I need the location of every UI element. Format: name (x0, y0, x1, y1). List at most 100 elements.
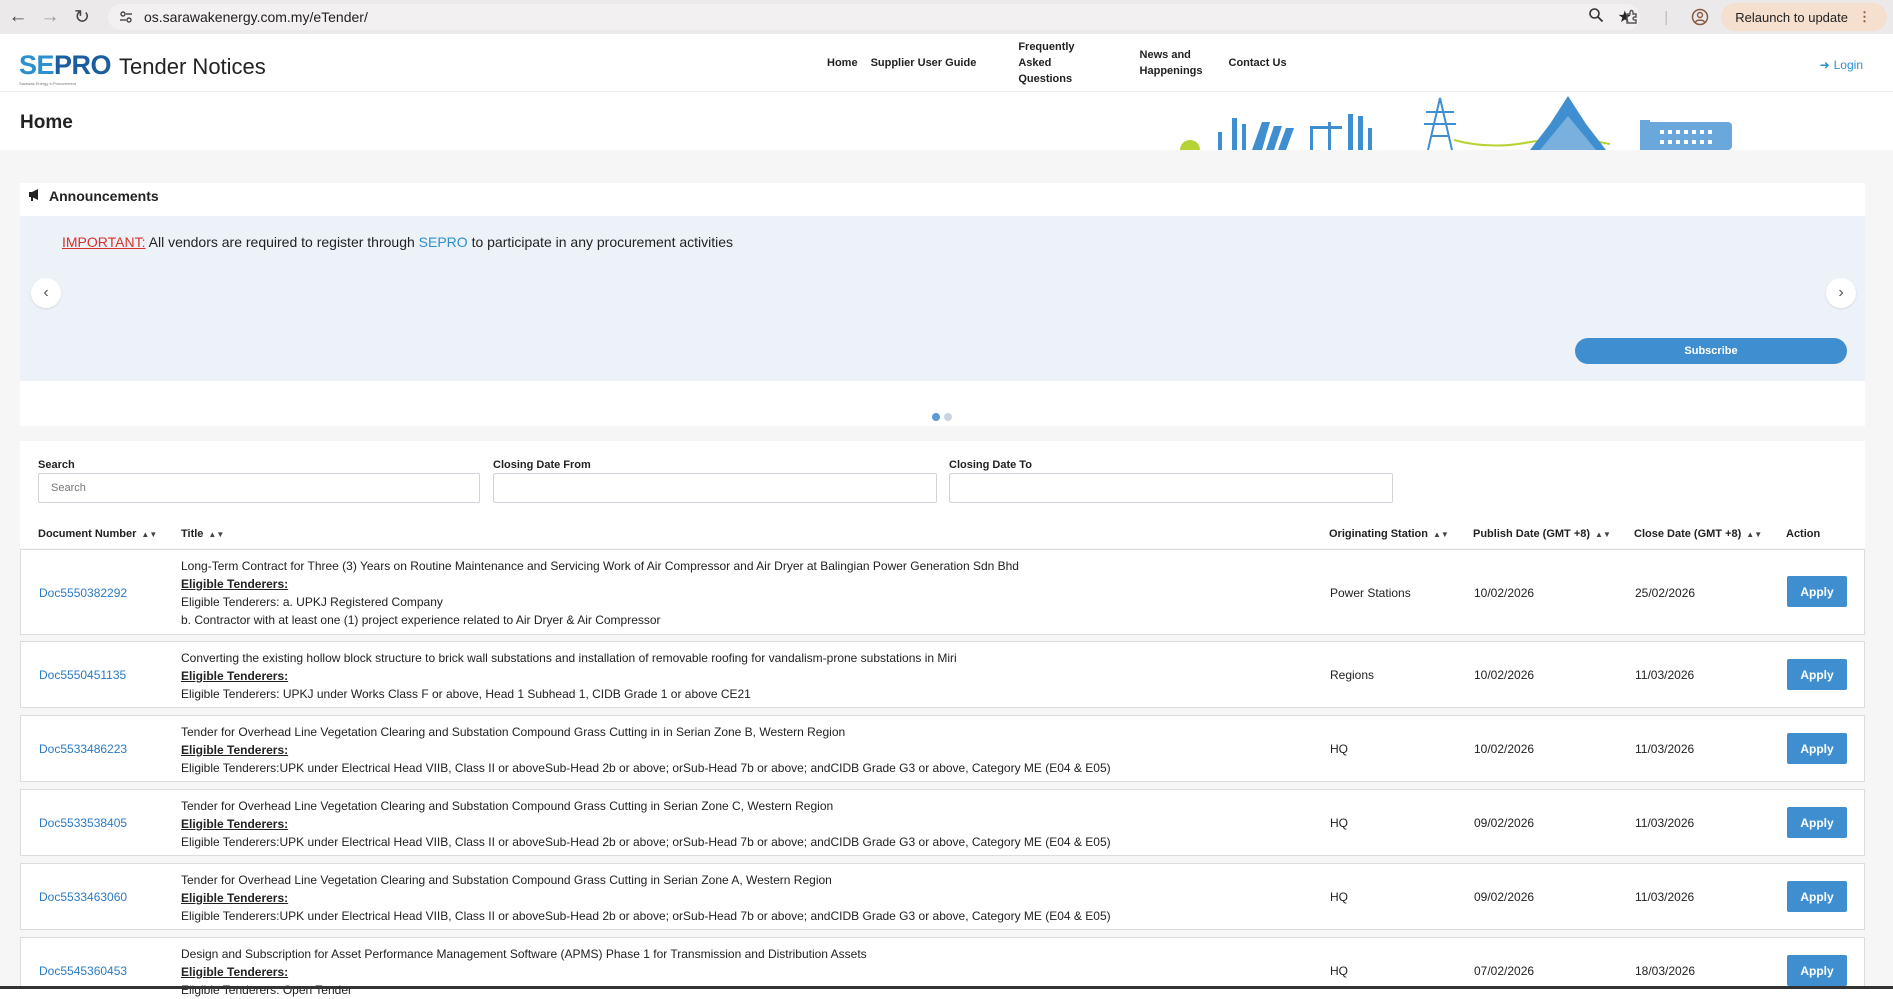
megaphone-icon (28, 188, 42, 204)
carousel-dot-2[interactable] (944, 413, 952, 421)
table-header: Document Number ▲▼ Title ▲▼ Originating St… (20, 520, 1865, 548)
col-station-label: Originating Station (1329, 528, 1428, 540)
nav-news-line1: News and (1139, 49, 1191, 61)
eligible-line: Eligible Tenderers:UPK under Electrical … (181, 835, 1111, 849)
document-number-link[interactable]: Doc5533486223 (39, 742, 127, 756)
closing-date-to-label: Closing Date To (949, 459, 1032, 471)
announcement-text: IMPORTANT: All vendors are required to r… (62, 234, 733, 250)
col-publish-label: Publish Date (GMT +8) (1473, 528, 1591, 540)
sort-icon: ▲▼ (1433, 530, 1449, 539)
relaunch-label: Relaunch to update (1735, 9, 1848, 25)
originating-station: HQ (1330, 816, 1348, 830)
table-row: Doc5550382292 Long-Term Contract for Thr… (20, 549, 1865, 635)
col-publish-date[interactable]: Publish Date (GMT +8) ▲▼ (1473, 528, 1611, 540)
apply-button[interactable]: Apply (1787, 576, 1847, 607)
tender-title-block: Converting the existing hollow block str… (181, 649, 957, 703)
filter-panel: Search Closing Date From Closing Date To (20, 441, 1865, 520)
eligible-heading: Eligible Tenderers: (181, 965, 289, 979)
table-row: Doc5533486223 Tender for Overhead Line V… (20, 715, 1865, 782)
closing-date-to-input[interactable] (949, 473, 1393, 503)
extensions-icon[interactable] (1619, 4, 1645, 30)
apply-button[interactable]: Apply (1787, 659, 1847, 690)
apply-button[interactable]: Apply (1787, 881, 1847, 912)
relaunch-button[interactable]: Relaunch to update ⋮ (1721, 3, 1887, 31)
apply-button[interactable]: Apply (1787, 807, 1847, 838)
nav-home[interactable]: Home (827, 55, 858, 71)
nav-news[interactable]: News and Happenings (1140, 47, 1203, 79)
carousel-next-button[interactable]: › (1826, 278, 1856, 308)
close-date: 11/03/2026 (1635, 890, 1695, 904)
site-header: SEPRO Sarawak Energy e-Procurement Tende… (0, 34, 1893, 92)
document-number-link[interactable]: Doc5550382292 (39, 586, 127, 600)
site-info-icon[interactable] (114, 5, 138, 29)
tender-title: Tender for Overhead Line Vegetation Clea… (181, 725, 846, 739)
login-label: Login (1833, 58, 1863, 72)
table-row: Doc5533538405 Tender for Overhead Line V… (20, 789, 1865, 856)
col-title[interactable]: Title ▲▼ (181, 528, 224, 540)
originating-station: HQ (1330, 890, 1348, 904)
nav-supplier-guide[interactable]: Supplier User Guide (871, 55, 977, 71)
close-date: 25/02/2026 (1635, 586, 1696, 600)
address-bar[interactable]: os.sarawakenergy.com.my/eTender/ ★ (108, 4, 1640, 30)
logo-subtitle: Sarawak Energy e-Procurement (19, 81, 76, 86)
apply-button[interactable]: Apply (1787, 733, 1847, 764)
apply-button[interactable]: Apply (1787, 955, 1847, 986)
back-icon[interactable]: ← (4, 3, 32, 31)
tender-title: Tender for Overhead Line Vegetation Clea… (181, 799, 834, 813)
publish-date: 09/02/2026 (1474, 816, 1535, 830)
sepro-word: SEPRO (418, 234, 468, 250)
reload-icon[interactable]: ↻ (68, 3, 96, 31)
search-input[interactable] (38, 473, 480, 503)
col-originating-station[interactable]: Originating Station ▲▼ (1329, 528, 1449, 540)
tender-title: Design and Subscription for Asset Perfor… (181, 947, 867, 961)
browser-toolbar: ← → ↻ os.sarawakenergy.com.my/eTender/ ★… (0, 0, 1893, 34)
carousel-dot-1[interactable] (932, 413, 940, 421)
carousel-prev-button[interactable]: ‹ (31, 278, 61, 308)
url-text[interactable]: os.sarawakenergy.com.my/eTender/ (144, 9, 368, 25)
originating-station: Regions (1330, 668, 1375, 682)
col-close-label: Close Date (GMT +8) (1634, 528, 1742, 540)
tender-title-block: Design and Subscription for Asset Perfor… (181, 945, 867, 999)
close-date: 11/03/2026 (1635, 816, 1695, 830)
col-document-number[interactable]: Document Number ▲▼ (38, 528, 157, 540)
document-number-link[interactable]: Doc5533463060 (39, 890, 127, 904)
subscribe-button[interactable]: Subscribe (1575, 338, 1847, 364)
col-action: Action (1786, 528, 1821, 540)
sort-icon: ▲▼ (1746, 530, 1763, 539)
document-number-link[interactable]: Doc5550451135 (39, 668, 126, 682)
eligible-line: b. Contractor with at least one (1) proj… (181, 613, 661, 627)
eligible-heading: Eligible Tenderers: (181, 817, 289, 831)
eligible-line: Eligible Tenderers: UPKJ under Works Cla… (181, 687, 751, 701)
hero-band: Home (0, 92, 1893, 150)
tender-title-block: Long-Term Contract for Three (3) Years o… (181, 557, 1019, 629)
zoom-icon[interactable] (1588, 7, 1604, 28)
nav-contact[interactable]: Contact Us (1229, 55, 1287, 71)
forward-icon[interactable]: → (36, 3, 64, 31)
page-title: Home (20, 112, 73, 133)
top-nav: Home Supplier User Guide Frequently Aske… (820, 34, 1287, 92)
eligible-heading: Eligible Tenderers: (181, 577, 289, 591)
nav-news-line2: Happenings (1139, 65, 1203, 77)
profile-icon[interactable] (1687, 4, 1713, 30)
document-number-link[interactable]: Doc5545360453 (39, 964, 127, 978)
tender-title: Converting the existing hollow block str… (181, 651, 957, 665)
energy-skyline-illustration (1180, 96, 1732, 150)
eligible-heading: Eligible Tenderers: (181, 669, 289, 683)
close-date: 11/03/2026 (1635, 668, 1695, 682)
eligible-heading: Eligible Tenderers: (181, 891, 289, 905)
announcements-panel: Announcements IMPORTANT: All vendors are… (20, 183, 1865, 426)
tender-title-block: Tender for Overhead Line Vegetation Clea… (181, 797, 1111, 851)
sort-icon: ▲▼ (1595, 530, 1611, 539)
login-link[interactable]: ➜ Login (1820, 58, 1863, 72)
sepro-logo[interactable]: SEPRO Sarawak Energy e-Procurement Tende… (19, 52, 266, 87)
originating-station: HQ (1330, 742, 1348, 756)
nav-faq[interactable]: Frequently Asked Questions (1018, 39, 1074, 87)
col-close-date[interactable]: Close Date (GMT +8) ▲▼ (1634, 528, 1762, 540)
table-row: Doc5550451135 Converting the existing ho… (20, 641, 1865, 708)
carousel-indicators (932, 413, 952, 421)
col-title-label: Title (181, 528, 204, 540)
closing-date-from-input[interactable] (493, 473, 937, 503)
document-number-link[interactable]: Doc5533538405 (39, 816, 127, 830)
close-date: 18/03/2026 (1635, 964, 1696, 978)
important-label: IMPORTANT: (62, 234, 146, 250)
